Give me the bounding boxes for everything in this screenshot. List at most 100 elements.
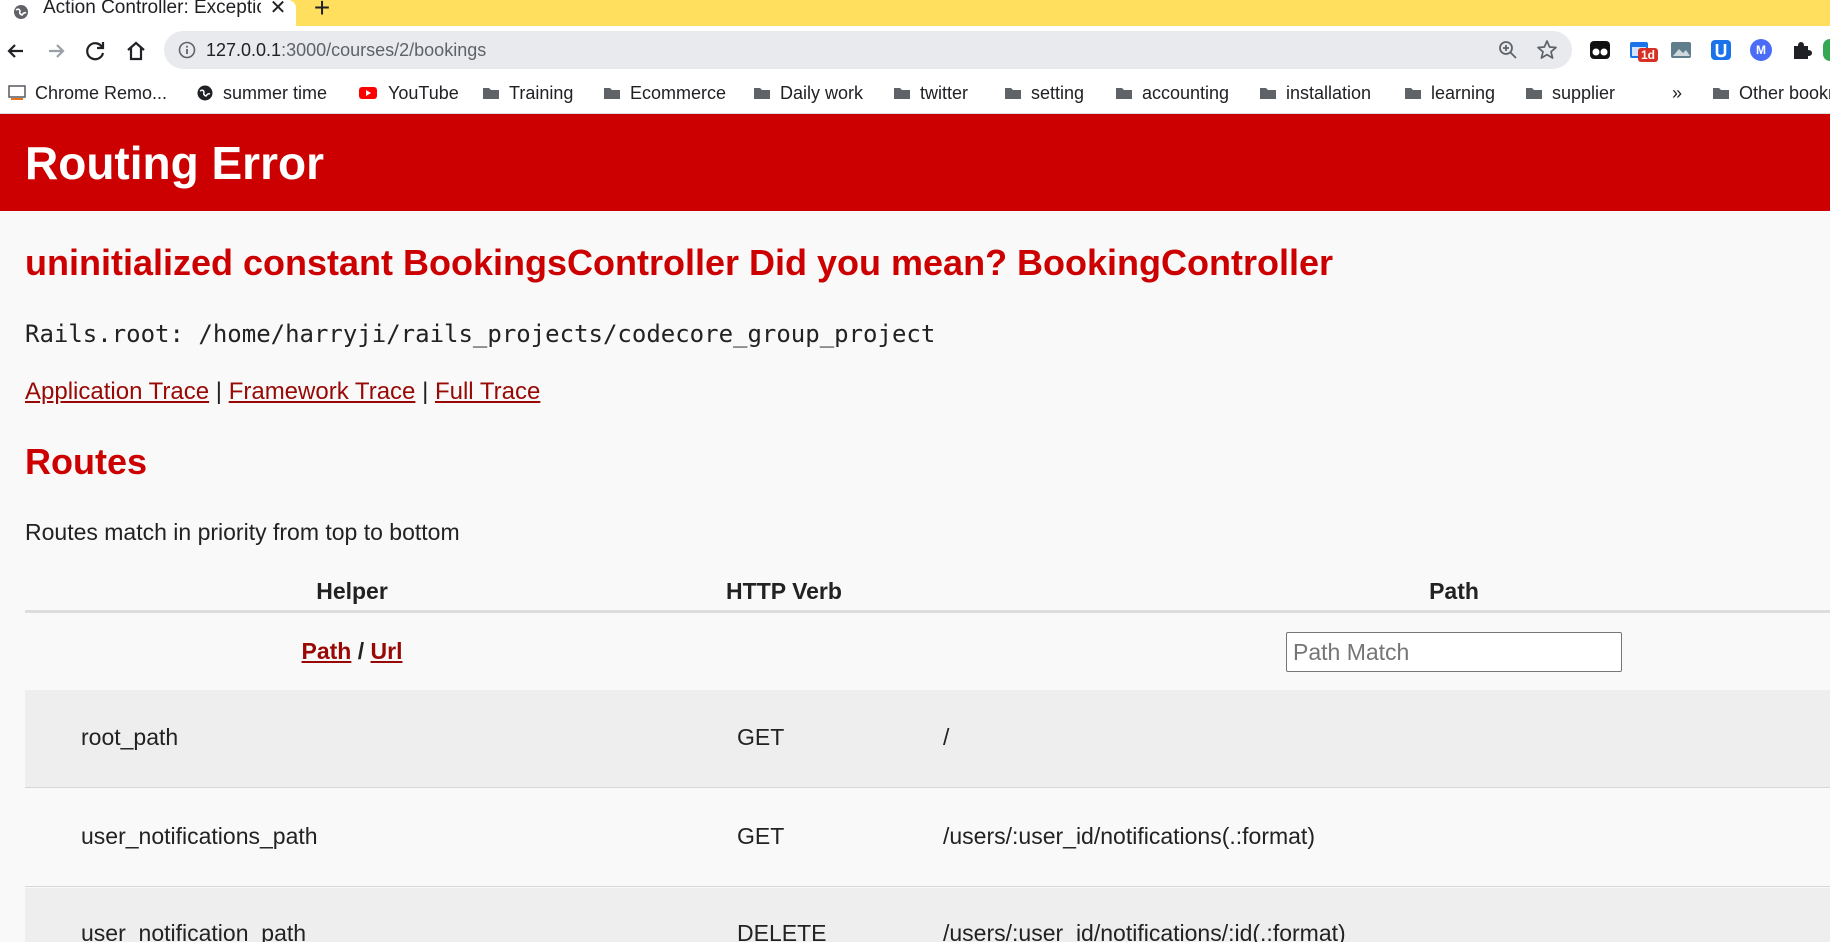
extension-badge: 1d (1638, 48, 1659, 62)
profile-avatar[interactable] (1823, 39, 1830, 61)
toggle-separator: / (357, 638, 365, 664)
bookmark-label: supplier (1552, 82, 1616, 103)
tab-title: Action Controller: Exception caught (43, 0, 261, 18)
folder-icon (483, 88, 499, 99)
bookmark-folder[interactable]: accounting (1115, 80, 1229, 106)
bookmark-label: Chrome Remo... (35, 82, 168, 103)
browser-toolbar: 127.0.0.1:3000/courses/2/bookings 1d M (0, 26, 1830, 74)
url-text[interactable]: 127.0.0.1:3000/courses/2/bookings (206, 39, 486, 61)
url-path: :3000/courses/2/bookings (281, 40, 487, 60)
bracket-extension-icon[interactable] (1710, 39, 1732, 61)
bookmark-folder[interactable]: Training (482, 80, 573, 106)
bookmark-item[interactable]: Chrome Remo... (8, 80, 167, 106)
extensions-puzzle-icon[interactable] (1790, 39, 1812, 61)
address-bar[interactable]: 127.0.0.1:3000/courses/2/bookings (164, 31, 1572, 69)
tab-strip: Action Controller: Exception caught ✕ + (0, 0, 1830, 26)
routes-description: Routes match in priority from top to bot… (25, 519, 460, 545)
reload-icon[interactable] (83, 38, 109, 64)
full-trace-link[interactable]: Full Trace (435, 378, 540, 405)
error-header: Routing Error (0, 114, 1830, 211)
path-toggle-link[interactable]: Path (302, 638, 352, 664)
folder-icon (754, 88, 770, 99)
table-row: user_notification_path DELETE /users/:us… (25, 888, 1830, 942)
routes-heading: Routes (25, 441, 148, 482)
globe-icon (14, 5, 28, 19)
route-verb: DELETE (737, 920, 827, 942)
back-arrow-icon[interactable] (3, 38, 29, 64)
bookmark-label: accounting (1142, 82, 1230, 103)
folder-icon (1116, 88, 1132, 99)
zoom-icon[interactable] (1498, 40, 1518, 60)
folder-icon (1713, 88, 1729, 99)
folder-icon (1260, 88, 1276, 99)
bookmark-folder[interactable]: twitter (893, 80, 968, 106)
new-tab-icon[interactable]: + (310, 0, 334, 22)
forward-arrow-icon[interactable] (43, 38, 69, 64)
route-verb: GET (737, 823, 785, 849)
route-helper: user_notifications_path (81, 823, 318, 849)
image-extension-icon[interactable] (1670, 39, 1692, 61)
bookmark-folder[interactable]: installation (1259, 80, 1371, 106)
bookmark-folder[interactable]: learning (1404, 80, 1495, 106)
helper-style-toggle: Path / Url (285, 636, 419, 666)
bookmarks-overflow-button[interactable]: » (1672, 80, 1682, 106)
trace-separator: | (422, 378, 429, 405)
page-title: Routing Error (25, 137, 324, 189)
bookmark-label: twitter (920, 82, 969, 103)
bookmark-label: learning (1431, 82, 1496, 103)
bookmark-folder[interactable]: setting (1004, 80, 1084, 106)
route-helper: root_path (81, 724, 179, 750)
bookmark-star-icon[interactable] (1536, 39, 1558, 61)
tab-close-icon[interactable]: ✕ (268, 0, 288, 19)
folder-icon (604, 88, 620, 99)
globe-icon (197, 85, 213, 101)
site-info-icon[interactable] (178, 41, 196, 59)
folder-icon (1405, 88, 1421, 99)
bookmark-label: Training (509, 82, 574, 103)
other-bookmarks-folder[interactable]: Other bookmarks (1712, 80, 1830, 106)
rails-root: Rails.root: /home/harryji/rails_projects… (25, 320, 936, 348)
helper-column-header: Helper (316, 578, 388, 604)
folder-icon (1005, 88, 1021, 99)
path-column-header: Path (1429, 578, 1479, 604)
bookmark-label: summer time (223, 82, 328, 103)
route-helper: user_notification_path (81, 920, 307, 942)
bookmarks-bar: Chrome Remo... summer time YouTube Train… (0, 74, 1830, 114)
tampermonkey-icon[interactable] (1589, 39, 1611, 61)
bookmark-label: Ecommerce (630, 82, 727, 103)
youtube-icon (359, 87, 377, 99)
bookmark-item[interactable]: YouTube (357, 80, 459, 106)
home-icon[interactable] (123, 38, 149, 64)
folder-icon (894, 88, 910, 99)
calendar-extension-icon[interactable]: 1d (1629, 39, 1659, 62)
path-match-input[interactable] (1286, 632, 1622, 672)
route-path: /users/:user_id/notifications(.:format) (943, 823, 1315, 849)
trace-separator: | (215, 378, 223, 405)
bookmark-folder[interactable]: Daily work (753, 80, 863, 106)
route-path: / (943, 724, 950, 750)
bookmark-label: Daily work (780, 82, 864, 103)
table-row: user_notifications_path GET /users/:user… (25, 789, 1830, 887)
remote-desktop-icon (8, 85, 26, 100)
bookmark-item[interactable]: summer time (196, 80, 327, 106)
table-header-divider (25, 610, 1830, 613)
trace-links: Application Trace | Framework Trace | Fu… (25, 376, 540, 408)
bookmark-label: YouTube (388, 82, 459, 103)
bookmark-folder[interactable]: Ecommerce (603, 80, 726, 106)
active-tab[interactable]: Action Controller: Exception caught ✕ (0, 0, 296, 26)
folder-icon (1526, 88, 1542, 99)
bookmark-label: setting (1031, 82, 1085, 103)
table-row: root_path GET / (25, 690, 1830, 788)
bookmark-label: Other bookmarks (1739, 82, 1830, 103)
http-verb-column-header: HTTP Verb (726, 578, 842, 604)
application-trace-link[interactable]: Application Trace (25, 378, 209, 405)
route-path: /users/:user_id/notifications/:id(.:form… (943, 920, 1346, 942)
framework-trace-link[interactable]: Framework Trace (229, 378, 416, 405)
bookmark-folder[interactable]: supplier (1525, 80, 1615, 106)
url-host: 127.0.0.1 (206, 40, 282, 60)
bookmark-label: installation (1286, 82, 1372, 103)
url-toggle-link[interactable]: Url (371, 638, 403, 664)
route-verb: GET (737, 724, 785, 750)
profile-extension-icon[interactable]: M (1750, 39, 1772, 61)
error-message: uninitialized constant BookingsControlle… (25, 242, 1334, 283)
